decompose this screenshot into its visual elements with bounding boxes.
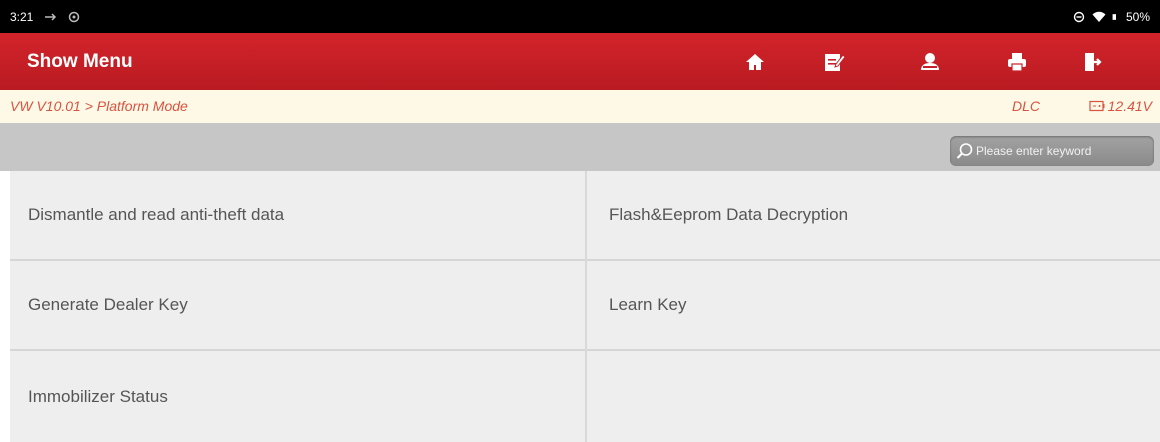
- print-button[interactable]: [991, 41, 1043, 83]
- page-title: Show Menu: [27, 51, 133, 72]
- status-time: 3:21: [10, 10, 34, 24]
- print-icon: [1008, 53, 1026, 72]
- menu-item-dismantle-read-anti-theft[interactable]: Dismantle and read anti-theft data: [10, 171, 587, 261]
- search-bar: [0, 123, 1160, 171]
- user-button[interactable]: [904, 41, 956, 83]
- search-icon: [956, 143, 973, 159]
- menu-grid: Dismantle and read anti-theft data Flash…: [10, 171, 1160, 442]
- voltage-readout: 12.41V: [1089, 98, 1152, 114]
- status-bar: 3:21 50%: [0, 0, 1160, 33]
- menu-item-generate-dealer-key[interactable]: Generate Dealer Key: [10, 261, 587, 351]
- edit-report-icon: [825, 54, 845, 71]
- breadcrumb-bar: VW V10.01 > Platform Mode DLC 12.41V: [0, 90, 1160, 123]
- menu-item-immobilizer-status[interactable]: Immobilizer Status: [10, 351, 587, 442]
- voltage-value: 12.41V: [1107, 98, 1152, 114]
- report-button[interactable]: [808, 41, 860, 83]
- search-box[interactable]: [950, 136, 1154, 166]
- battery-percent: 50%: [1125, 10, 1150, 24]
- menu-item-learn-key[interactable]: Learn Key: [587, 261, 1160, 351]
- menu-item-flash-eeprom-decryption[interactable]: Flash&Eeprom Data Decryption: [587, 171, 1160, 261]
- home-button[interactable]: [729, 41, 781, 83]
- exit-button[interactable]: [1067, 41, 1119, 83]
- battery-icon: [1112, 14, 1116, 20]
- header-bar: Show Menu: [0, 33, 1160, 90]
- user-icon: [921, 53, 939, 70]
- battery-voltage-icon: [1089, 100, 1105, 112]
- home-icon: [746, 54, 764, 70]
- sync-icon: [69, 11, 80, 23]
- wifi-icon: [1092, 11, 1106, 22]
- menu-item-empty: [587, 351, 1160, 442]
- usb-icon: [45, 13, 57, 21]
- exit-icon: [1085, 53, 1102, 71]
- search-input[interactable]: [974, 138, 1151, 164]
- breadcrumb: VW V10.01 > Platform Mode: [10, 98, 188, 114]
- connection-label: DLC: [1011, 98, 1040, 114]
- alarm-icon: [1073, 11, 1085, 23]
